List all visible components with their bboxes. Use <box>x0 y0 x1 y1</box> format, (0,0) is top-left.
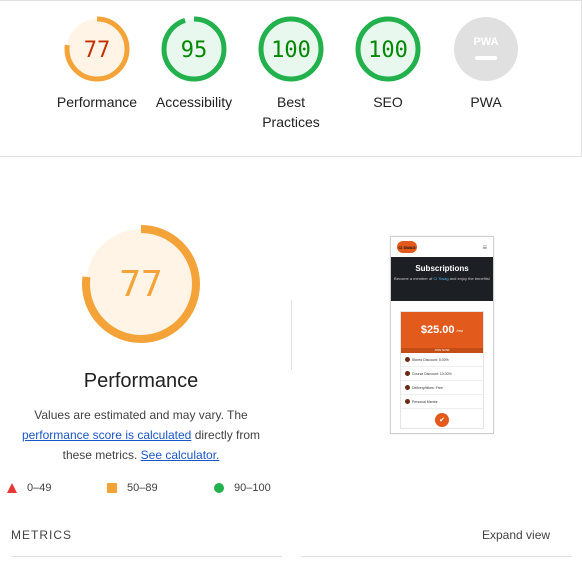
gauge-performance-ring: 77 <box>64 16 130 82</box>
performance-score-link[interactable]: performance score is calculated <box>22 428 191 442</box>
bullet-icon <box>405 371 410 376</box>
performance-main-score: 77 <box>119 264 162 305</box>
metrics-divider-left <box>11 556 282 557</box>
circle-icon <box>214 483 224 493</box>
bullet-icon <box>405 385 410 390</box>
gauge-pwa-label: PWA <box>470 94 502 110</box>
score-legend: 0–49 50–89 90–100 <box>0 482 300 502</box>
metrics-divider-right <box>301 556 572 557</box>
top-border <box>0 0 582 4</box>
check-icon: ✔ <box>435 413 449 427</box>
screenshot-price: $25.00 /mo <box>401 312 483 348</box>
gauge-best-practices[interactable]: 100 Best Practices <box>242 16 340 132</box>
bullet-icon <box>405 357 410 362</box>
screenshot-feature-text: Personal Mentor <box>412 399 438 404</box>
screenshot-feature-text: Delivery/bikes: Free <box>412 385 443 390</box>
vertical-separator <box>291 300 292 370</box>
legend-average-label: 50–89 <box>127 482 158 494</box>
pwa-icon-text: PWA <box>473 36 498 48</box>
screenshot-logo-text: CI SWAG <box>398 244 416 250</box>
gauge-best-practices-label: Best Practices <box>242 92 340 132</box>
screenshot-pricing-card: $25.00 /mo JOIN NOW Stored Discount: 5.0… <box>400 311 484 429</box>
legend-fail: 0–49 <box>7 482 51 494</box>
desc-text-1: Values are estimated and may vary. The <box>34 408 248 422</box>
performance-main-gauge: 77 <box>82 225 200 343</box>
metrics-heading: METRICS <box>11 528 72 542</box>
legend-fail-label: 0–49 <box>27 482 52 494</box>
screenshot-feature-row: Stored Discount: 5.00% <box>401 353 483 367</box>
gauge-seo[interactable]: 100 SEO <box>339 16 437 112</box>
screenshot-hero-sub-b: and enjoy the benefits! <box>449 276 490 281</box>
pwa-icon: PWA <box>454 17 518 81</box>
gauge-best-practices-ring: 100 <box>258 16 324 82</box>
screenshot-price-unit: /mo <box>456 327 464 333</box>
gauge-accessibility-score: 95 <box>181 38 208 63</box>
gauge-best-practices-score: 100 <box>271 38 311 63</box>
legend-pass-label: 90–100 <box>234 482 271 494</box>
legend-average: 50–89 <box>107 482 158 494</box>
square-icon <box>107 483 117 493</box>
gauge-performance[interactable]: 77 Performance <box>48 16 146 112</box>
screenshot-navbar: CI SWAG ≡ <box>391 237 493 257</box>
hamburger-menu-icon: ≡ <box>482 242 487 252</box>
screenshot-feature-text: Course Discount: 10.00% <box>412 371 452 376</box>
final-screenshot[interactable]: CI SWAG ≡ Subscriptions Become a member … <box>390 236 494 434</box>
gauge-seo-score: 100 <box>368 38 408 63</box>
gauge-performance-label: Performance <box>56 94 138 110</box>
screenshot-logo: CI SWAG <box>397 241 417 253</box>
screenshot-feature-text: Stored Discount: 5.00% <box>412 357 449 362</box>
gauge-accessibility-ring: 95 <box>161 16 227 82</box>
performance-description: Values are estimated and may vary. The p… <box>10 405 272 465</box>
screenshot-hero-sub-link: CI Swag <box>433 276 449 281</box>
gauge-accessibility-label: Accessibility <box>155 94 233 110</box>
gauge-accessibility[interactable]: 95 Accessibility <box>145 16 243 112</box>
screenshot-hero: Subscriptions Become a member of CI Swag… <box>391 257 493 301</box>
expand-view-toggle[interactable]: Expand view <box>482 528 550 542</box>
screenshot-hero-subtitle: Become a member of CI Swag and enjoy the… <box>391 276 493 282</box>
gauge-seo-label: SEO <box>373 94 403 110</box>
triangle-icon <box>7 483 17 493</box>
screenshot-feature-row: Personal Mentor <box>401 395 483 409</box>
category-gauges: 77 Performance 95 Accessibility 100 Best… <box>0 16 582 146</box>
legend-pass: 90–100 <box>214 482 271 494</box>
screenshot-feature-row: Delivery/bikes: Free <box>401 381 483 395</box>
gauge-best-practices-label-line1: Best <box>276 94 305 110</box>
screenshot-price-value: $25.00 <box>420 324 455 336</box>
gauge-seo-ring: 100 <box>355 16 421 82</box>
gauge-performance-score: 77 <box>84 38 111 63</box>
performance-title: Performance <box>83 370 199 392</box>
bullet-icon <box>405 399 410 404</box>
gauge-best-practices-label-line2: Practices <box>262 114 320 130</box>
screenshot-hero-sub-a: Become a member of <box>394 276 433 281</box>
section-divider <box>0 156 582 157</box>
gauge-pwa[interactable]: PWA PWA <box>437 16 535 112</box>
screenshot-hero-title: Subscriptions <box>415 264 469 273</box>
screenshot-feature-row: Course Discount: 10.00% <box>401 367 483 381</box>
see-calculator-link[interactable]: See calculator. <box>141 448 220 462</box>
